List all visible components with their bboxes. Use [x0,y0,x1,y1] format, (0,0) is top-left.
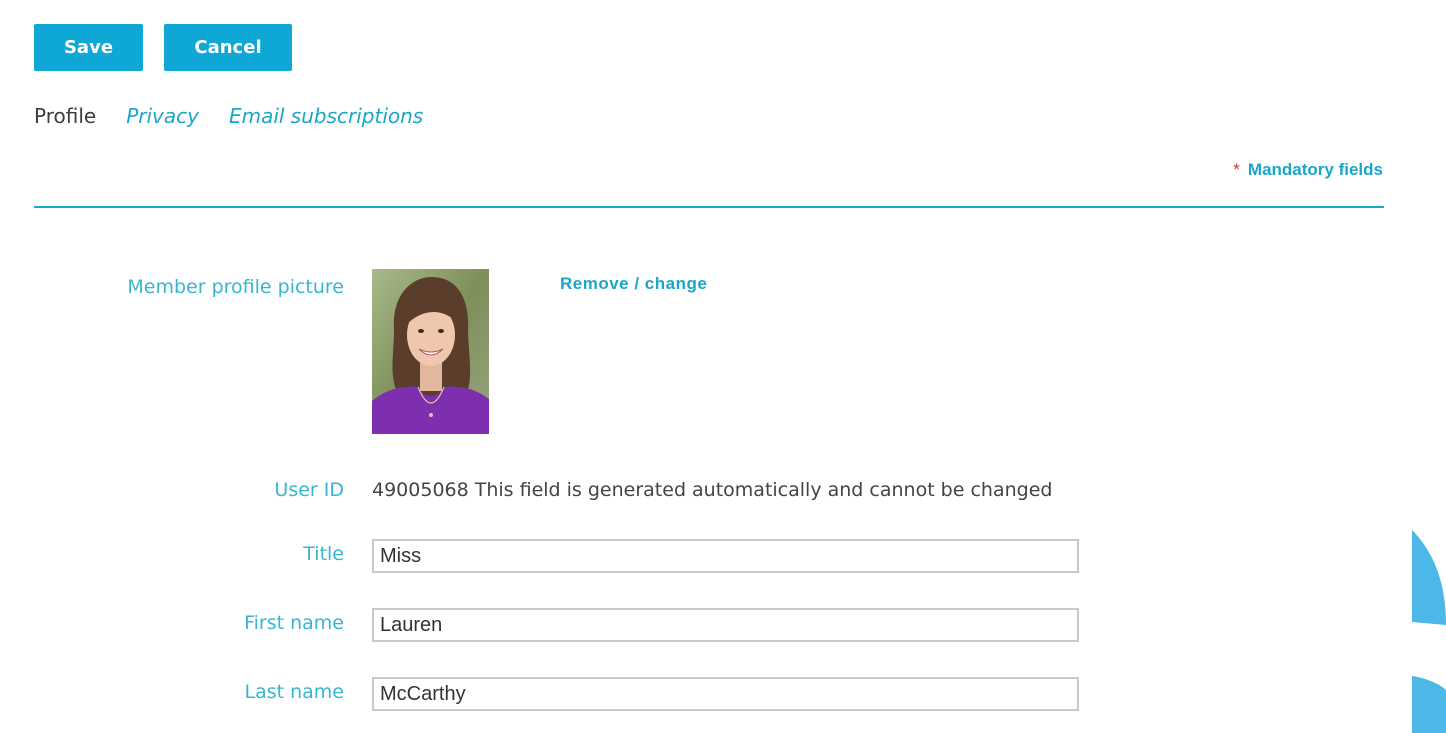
required-star: * [1233,160,1240,179]
tab-privacy[interactable]: Privacy [126,104,199,128]
profile-tabs: Profile Privacy Email subscriptions [34,101,453,131]
tab-email-subscriptions[interactable]: Email subscriptions [229,104,423,128]
cancel-button[interactable]: Cancel [164,24,292,71]
profile-photo [372,269,489,434]
mandatory-fields-label: Mandatory fields [1247,160,1383,179]
first-name-label: First name [244,612,344,634]
tab-profile[interactable]: Profile [34,104,96,128]
section-divider [34,206,1384,208]
last-name-field[interactable] [372,677,1079,711]
mandatory-fields-note: * Mandatory fields [1233,160,1383,180]
user-id-value: 49005068 This field is generated automat… [372,479,1053,501]
decorative-shape-upper [1412,530,1446,625]
user-id-label: User ID [274,479,344,501]
profile-photo-image [372,269,489,434]
remove-change-photo-link[interactable]: Remove / change [560,274,707,294]
save-button[interactable]: Save [34,24,143,71]
title-label: Title [303,543,344,565]
profile-picture-label: Member profile picture [127,276,344,298]
title-field[interactable] [372,539,1079,573]
decorative-shape-lower [1412,676,1446,733]
last-name-label: Last name [244,681,345,703]
first-name-field[interactable] [372,608,1079,642]
